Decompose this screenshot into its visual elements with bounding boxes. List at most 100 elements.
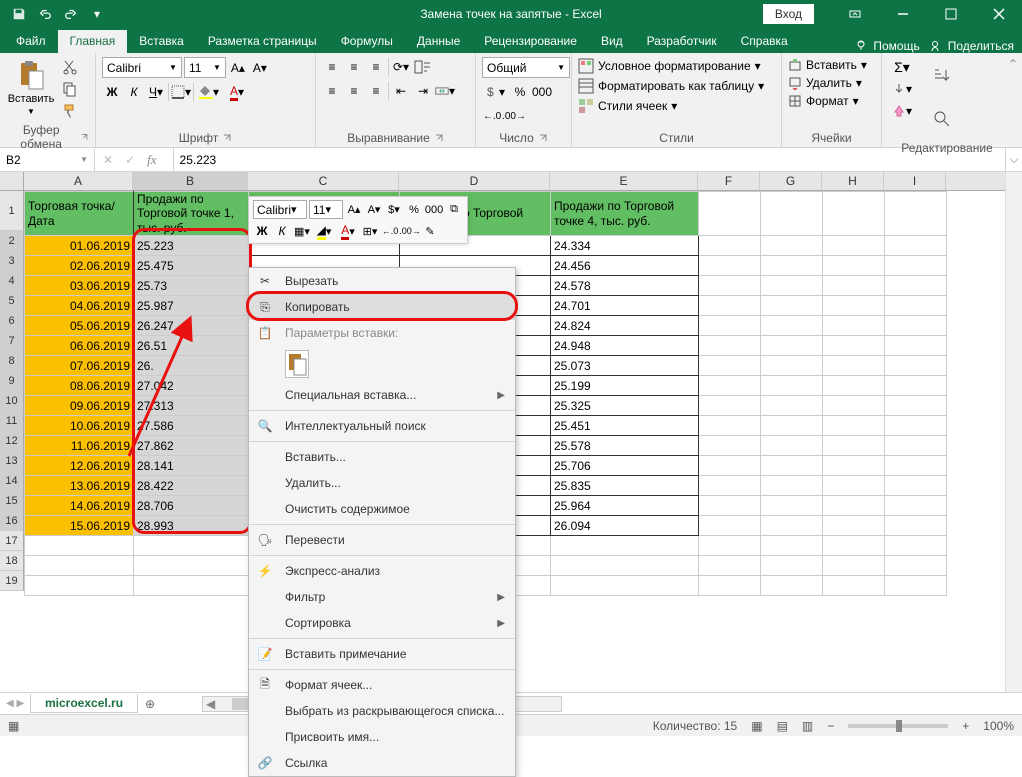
- tab-review[interactable]: Рецензирование: [472, 30, 589, 53]
- row-header-10[interactable]: 10: [0, 391, 24, 411]
- mini-format-painter-icon[interactable]: ✎: [421, 222, 439, 240]
- align-left-icon[interactable]: ≡: [322, 81, 342, 101]
- col-header-D[interactable]: D: [399, 172, 550, 190]
- fill-color-button[interactable]: ▾: [196, 82, 222, 102]
- conditional-formatting-button[interactable]: Условное форматирование▾: [578, 57, 761, 75]
- row-header-11[interactable]: 11: [0, 411, 24, 431]
- vertical-scrollbar[interactable]: [1005, 172, 1022, 692]
- tab-data[interactable]: Данные: [405, 30, 472, 53]
- row-header-16[interactable]: 16: [0, 511, 24, 531]
- decrease-indent-icon[interactable]: ⇤: [391, 81, 411, 101]
- clear-icon[interactable]: ▾: [888, 101, 916, 121]
- ctx-clear[interactable]: Очистить содержимое: [249, 496, 515, 522]
- tab-formulas[interactable]: Формулы: [329, 30, 405, 53]
- font-name-select[interactable]: Calibri▼: [102, 57, 182, 78]
- row-header-6[interactable]: 6: [0, 311, 24, 331]
- insert-cells-button[interactable]: Вставить▾: [788, 57, 867, 73]
- row-header-3[interactable]: 3: [0, 251, 24, 271]
- qat-dropdown-icon[interactable]: ▾: [86, 3, 108, 25]
- row-header-17[interactable]: 17: [0, 531, 24, 551]
- ctx-define-name[interactable]: Присвоить имя...: [249, 724, 515, 750]
- row-header-14[interactable]: 14: [0, 471, 24, 491]
- select-all-corner[interactable]: [0, 172, 24, 190]
- row-header-19[interactable]: 19: [0, 571, 24, 591]
- number-format-select[interactable]: Общий▼: [482, 57, 570, 78]
- ctx-copy[interactable]: ⎘Копировать: [249, 294, 515, 320]
- ctx-paste-special[interactable]: Специальная вставка...▶: [249, 382, 515, 408]
- ctx-hyperlink[interactable]: 🔗Ссылка: [249, 750, 515, 776]
- merge-center-icon[interactable]: ▾: [435, 81, 455, 101]
- tab-file[interactable]: Файл: [4, 30, 58, 53]
- mini-font-size[interactable]: 11▾: [309, 200, 343, 219]
- col-header-F[interactable]: F: [698, 172, 760, 190]
- cell-styles-button[interactable]: Стили ячеек▾: [578, 97, 677, 115]
- mini-currency-icon[interactable]: $▾: [385, 201, 403, 219]
- mini-percent-icon[interactable]: %: [405, 201, 423, 219]
- ctx-pick-from-dropdown[interactable]: Выбрать из раскрывающегося списка...: [249, 698, 515, 724]
- share-button[interactable]: Поделиться: [930, 39, 1014, 53]
- col-header-I[interactable]: I: [884, 172, 946, 190]
- ctx-insert[interactable]: Вставить...: [249, 444, 515, 470]
- tab-developer[interactable]: Разработчик: [635, 30, 729, 53]
- ctx-filter[interactable]: Фильтр▶: [249, 584, 515, 610]
- row-header-4[interactable]: 4: [0, 271, 24, 291]
- italic-button[interactable]: К: [124, 82, 144, 102]
- ctx-insert-comment[interactable]: 📝Вставить примечание: [249, 641, 515, 667]
- format-cells-button[interactable]: Формат▾: [788, 93, 859, 109]
- col-header-A[interactable]: A: [24, 172, 133, 190]
- autosum-icon[interactable]: Σ▾: [888, 57, 916, 77]
- mini-font-name[interactable]: Calibri▾: [253, 200, 307, 219]
- row-header-15[interactable]: 15: [0, 491, 24, 511]
- row-header-12[interactable]: 12: [0, 431, 24, 451]
- minimize-button[interactable]: [880, 0, 926, 28]
- row-header-5[interactable]: 5: [0, 291, 24, 311]
- format-as-table-button[interactable]: Форматировать как таблицу▾: [578, 77, 764, 95]
- mini-increase-decimal-icon[interactable]: ←.0: [381, 222, 399, 240]
- save-icon[interactable]: [8, 3, 30, 25]
- enter-formula-icon[interactable]: ✓: [125, 153, 135, 167]
- paste-button[interactable]: Вставить ▼: [6, 57, 56, 118]
- mini-font-color-icon[interactable]: A▾: [337, 222, 359, 240]
- mini-bold-icon[interactable]: Ж: [253, 222, 271, 240]
- borders-button[interactable]: ▾: [171, 82, 191, 102]
- mini-fill-color-icon[interactable]: ◢▾: [313, 222, 335, 240]
- ctx-smart-lookup[interactable]: 🔍Интеллектуальный поиск: [249, 413, 515, 439]
- align-top-icon[interactable]: ≡: [322, 57, 342, 77]
- align-center-icon[interactable]: ≡: [344, 81, 364, 101]
- mini-comma-icon[interactable]: 000: [425, 201, 443, 219]
- sort-filter-icon[interactable]: [926, 57, 958, 97]
- percent-icon[interactable]: %: [510, 82, 530, 102]
- decrease-font-icon[interactable]: A▾: [250, 58, 270, 78]
- currency-icon[interactable]: $▾: [482, 82, 508, 102]
- ctx-format-cells[interactable]: 🗎Формат ячеек...: [249, 672, 515, 698]
- maximize-button[interactable]: [928, 0, 974, 28]
- font-color-button[interactable]: A▾: [224, 82, 250, 102]
- wrap-text-icon[interactable]: [413, 57, 433, 77]
- sheet-nav-icons[interactable]: ◀ ▶: [6, 698, 24, 709]
- add-sheet-button[interactable]: ⊕: [138, 694, 162, 714]
- tell-me[interactable]: Помощь: [855, 39, 919, 53]
- col-header-B[interactable]: B: [133, 172, 248, 190]
- name-box[interactable]: B2▼: [0, 148, 95, 171]
- bold-button[interactable]: Ж: [102, 82, 122, 102]
- mini-decrease-font-icon[interactable]: A▾: [365, 201, 383, 219]
- tab-view[interactable]: Вид: [589, 30, 635, 53]
- tab-help[interactable]: Справка: [729, 30, 800, 53]
- row-header-1[interactable]: 1: [0, 191, 24, 231]
- ctx-sort[interactable]: Сортировка▶: [249, 610, 515, 636]
- row-header-13[interactable]: 13: [0, 451, 24, 471]
- font-size-select[interactable]: 11▼: [184, 57, 226, 78]
- row-header-18[interactable]: 18: [0, 551, 24, 571]
- align-bottom-icon[interactable]: ≡: [366, 57, 386, 77]
- row-header-9[interactable]: 9: [0, 371, 24, 391]
- tab-insert[interactable]: Вставка: [127, 30, 196, 53]
- increase-indent-icon[interactable]: ⇥: [413, 81, 433, 101]
- ctx-quick-analysis[interactable]: ⚡Экспресс-анализ: [249, 558, 515, 584]
- undo-icon[interactable]: [34, 3, 56, 25]
- decrease-decimal-icon[interactable]: .00→: [504, 106, 524, 126]
- find-select-icon[interactable]: [926, 99, 958, 139]
- col-header-E[interactable]: E: [550, 172, 698, 190]
- fill-icon[interactable]: ▾: [888, 79, 916, 99]
- tab-layout[interactable]: Разметка страницы: [196, 30, 329, 53]
- align-middle-icon[interactable]: ≡: [344, 57, 364, 77]
